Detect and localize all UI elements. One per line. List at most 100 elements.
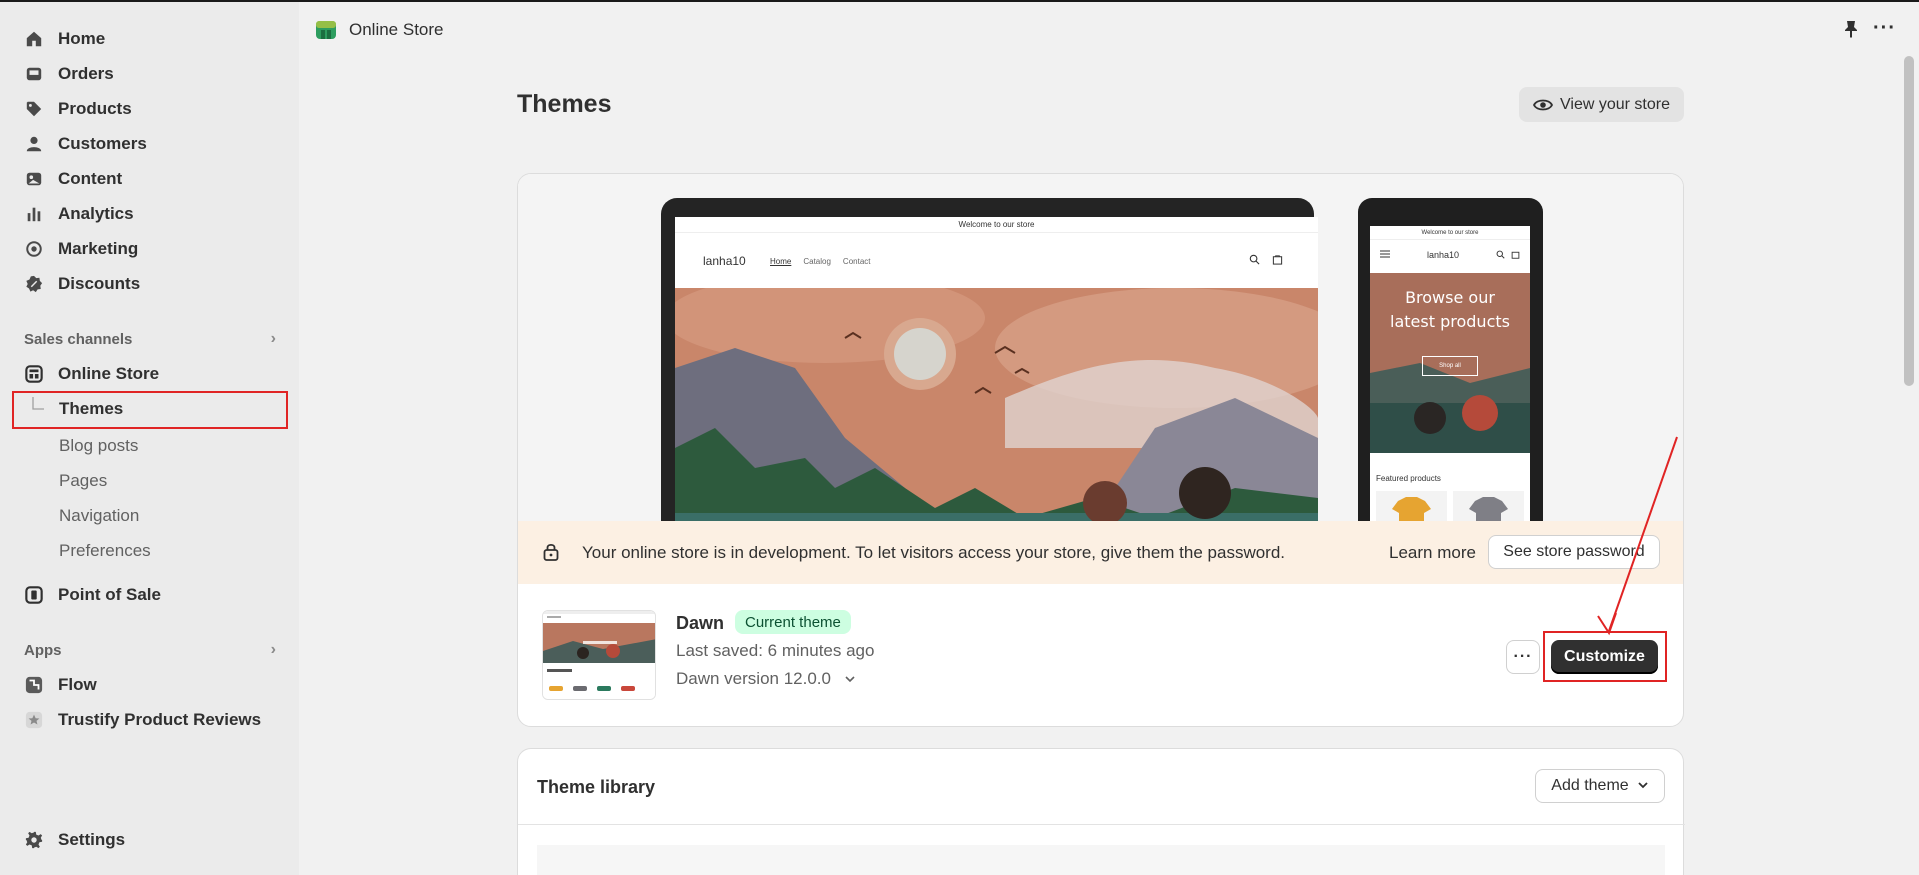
chevron-down-icon [1629, 777, 1649, 795]
nav-marketing[interactable]: Marketing [24, 234, 138, 264]
banner-message: Your online store is in development. To … [582, 543, 1286, 562]
bar-chart-icon [24, 204, 44, 224]
nav-pages[interactable]: Pages [59, 467, 107, 495]
nav-navigation[interactable]: Navigation [59, 502, 139, 530]
preview-nav-contact: Contact [842, 256, 871, 266]
nav-orders-label: Orders [58, 64, 114, 83]
gear-icon [24, 830, 44, 850]
cart-icon [1511, 250, 1520, 261]
view-store-label: View your store [1560, 95, 1670, 113]
mobile-header-icons [1496, 250, 1520, 261]
nav-customers[interactable]: Customers [24, 129, 147, 159]
mobile-preview-header: lanha10 [1370, 240, 1530, 270]
annotation-highlight-themes [12, 391, 288, 429]
nav-pages-label: Pages [59, 471, 108, 490]
nav-settings[interactable]: Settings [24, 825, 125, 855]
cart-icon [1272, 254, 1283, 268]
product-tile [1453, 491, 1524, 521]
apps-heading-label: Apps [24, 641, 62, 659]
mobile-brand: lanha10 [1426, 250, 1460, 260]
mobile-announcement-bar: Welcome to our store [1370, 226, 1530, 240]
divider [518, 824, 1685, 825]
nav-analytics[interactable]: Analytics [24, 199, 134, 229]
theme-thumbnail [542, 610, 656, 700]
theme-actions-button[interactable]: ··· [1506, 640, 1540, 674]
sales-channels-heading[interactable]: Sales channels › [24, 327, 276, 351]
nav-content-label: Content [58, 169, 123, 188]
nav-home-label: Home [58, 29, 106, 48]
pin-icon[interactable] [1843, 20, 1859, 43]
topbar-title: Online Store [349, 20, 444, 39]
desktop-preview-screen: Welcome to our store lanha10 Home Catalo… [675, 217, 1318, 521]
theme-library-placeholder [537, 845, 1665, 875]
nav-blog-posts[interactable]: Blog posts [59, 432, 138, 460]
online-store-icon [315, 18, 337, 45]
current-theme-row: Dawn Current theme Last saved: 6 minutes… [518, 584, 1683, 726]
nav-online-store[interactable]: Online Store [24, 359, 159, 389]
tshirt-gray-image [1469, 497, 1508, 521]
sales-channels-label: Sales channels [24, 330, 133, 348]
see-store-password-button[interactable]: See store password [1488, 535, 1660, 569]
theme-library-title: Theme library [537, 777, 656, 797]
learn-more-link[interactable]: Learn more [1389, 543, 1476, 563]
nav-discounts[interactable]: Discounts [24, 269, 140, 299]
theme-library-card: Theme library Add theme [517, 748, 1685, 875]
trustify-app-icon [24, 710, 44, 730]
theme-version-label: Dawn version 12.0.0 [676, 669, 831, 688]
mobile-shop-all-button: Shop all [1422, 356, 1478, 376]
nav-preferences[interactable]: Preferences [59, 537, 151, 565]
current-theme-card: Welcome to our store lanha10 Home Catalo… [517, 173, 1684, 727]
laptop-mockup: Welcome to our store lanha10 Home Catalo… [661, 198, 1318, 521]
inbox-icon [24, 64, 44, 84]
mobile-hero-line-1: Browse our [1405, 288, 1495, 307]
theme-preview: Welcome to our store lanha10 Home Catalo… [518, 174, 1683, 521]
mobile-preview-screen: Welcome to our store lanha10 Browse our … [1370, 226, 1530, 521]
product-tile [1376, 491, 1447, 521]
nav-point-of-sale[interactable]: Point of Sale [24, 580, 161, 610]
home-icon [24, 29, 44, 49]
annotation-highlight-customize [1543, 631, 1667, 682]
topbar: Online Store ··· [299, 2, 1902, 56]
nav-home[interactable]: Home [24, 24, 105, 54]
theme-thumbnail-image [543, 611, 655, 699]
chevron-down-icon [836, 669, 856, 688]
nav-app-flow-label: Flow [58, 675, 97, 694]
development-banner: Your online store is in development. To … [518, 521, 1683, 584]
discount-icon [24, 274, 44, 294]
view-store-button[interactable]: View your store [1519, 87, 1684, 122]
hamburger-icon [1380, 250, 1390, 260]
apps-heading[interactable]: Apps › [24, 638, 276, 662]
target-icon [24, 239, 44, 259]
chevron-right-icon: › [270, 641, 276, 658]
mobile-hero-line-2: latest products [1390, 312, 1510, 331]
tshirt-orange-image [1392, 497, 1431, 521]
nav-blog-posts-label: Blog posts [59, 436, 139, 455]
store-icon [24, 364, 44, 384]
mobile-hero-text: Browse our latest products [1370, 286, 1530, 334]
image-icon [24, 169, 44, 189]
more-horizontal-icon: ··· [1513, 648, 1533, 665]
preview-header-icons [1249, 254, 1283, 268]
nav-content[interactable]: Content [24, 164, 122, 194]
preview-nav-catalog: Catalog [803, 256, 831, 266]
add-theme-button[interactable]: Add theme [1535, 769, 1665, 803]
tag-icon [24, 99, 44, 119]
page-scrollbar[interactable] [1904, 56, 1914, 386]
preview-brand: lanha10 [703, 254, 746, 268]
nav-app-flow[interactable]: Flow [24, 670, 97, 700]
see-store-password-label: See store password [1503, 543, 1645, 560]
nav-products[interactable]: Products [24, 94, 132, 124]
theme-version-toggle[interactable]: Dawn version 12.0.0 [676, 669, 856, 689]
phone-mockup: Welcome to our store lanha10 Browse our … [1358, 198, 1543, 521]
nav-navigation-label: Navigation [59, 506, 140, 525]
more-actions-icon[interactable]: ··· [1873, 17, 1896, 40]
nav-orders[interactable]: Orders [24, 59, 114, 89]
announcement-bar: Welcome to our store [675, 217, 1318, 233]
nav-preferences-label: Preferences [59, 541, 151, 560]
sidebar: Home Orders Products Customers Content A… [0, 2, 299, 875]
pos-icon [24, 585, 44, 605]
theme-name: Dawn [676, 613, 725, 633]
nav-app-trustify-label: Trustify Product Reviews [58, 710, 262, 729]
nav-app-trustify[interactable]: Trustify Product Reviews [24, 705, 261, 735]
chevron-right-icon: › [270, 330, 276, 347]
